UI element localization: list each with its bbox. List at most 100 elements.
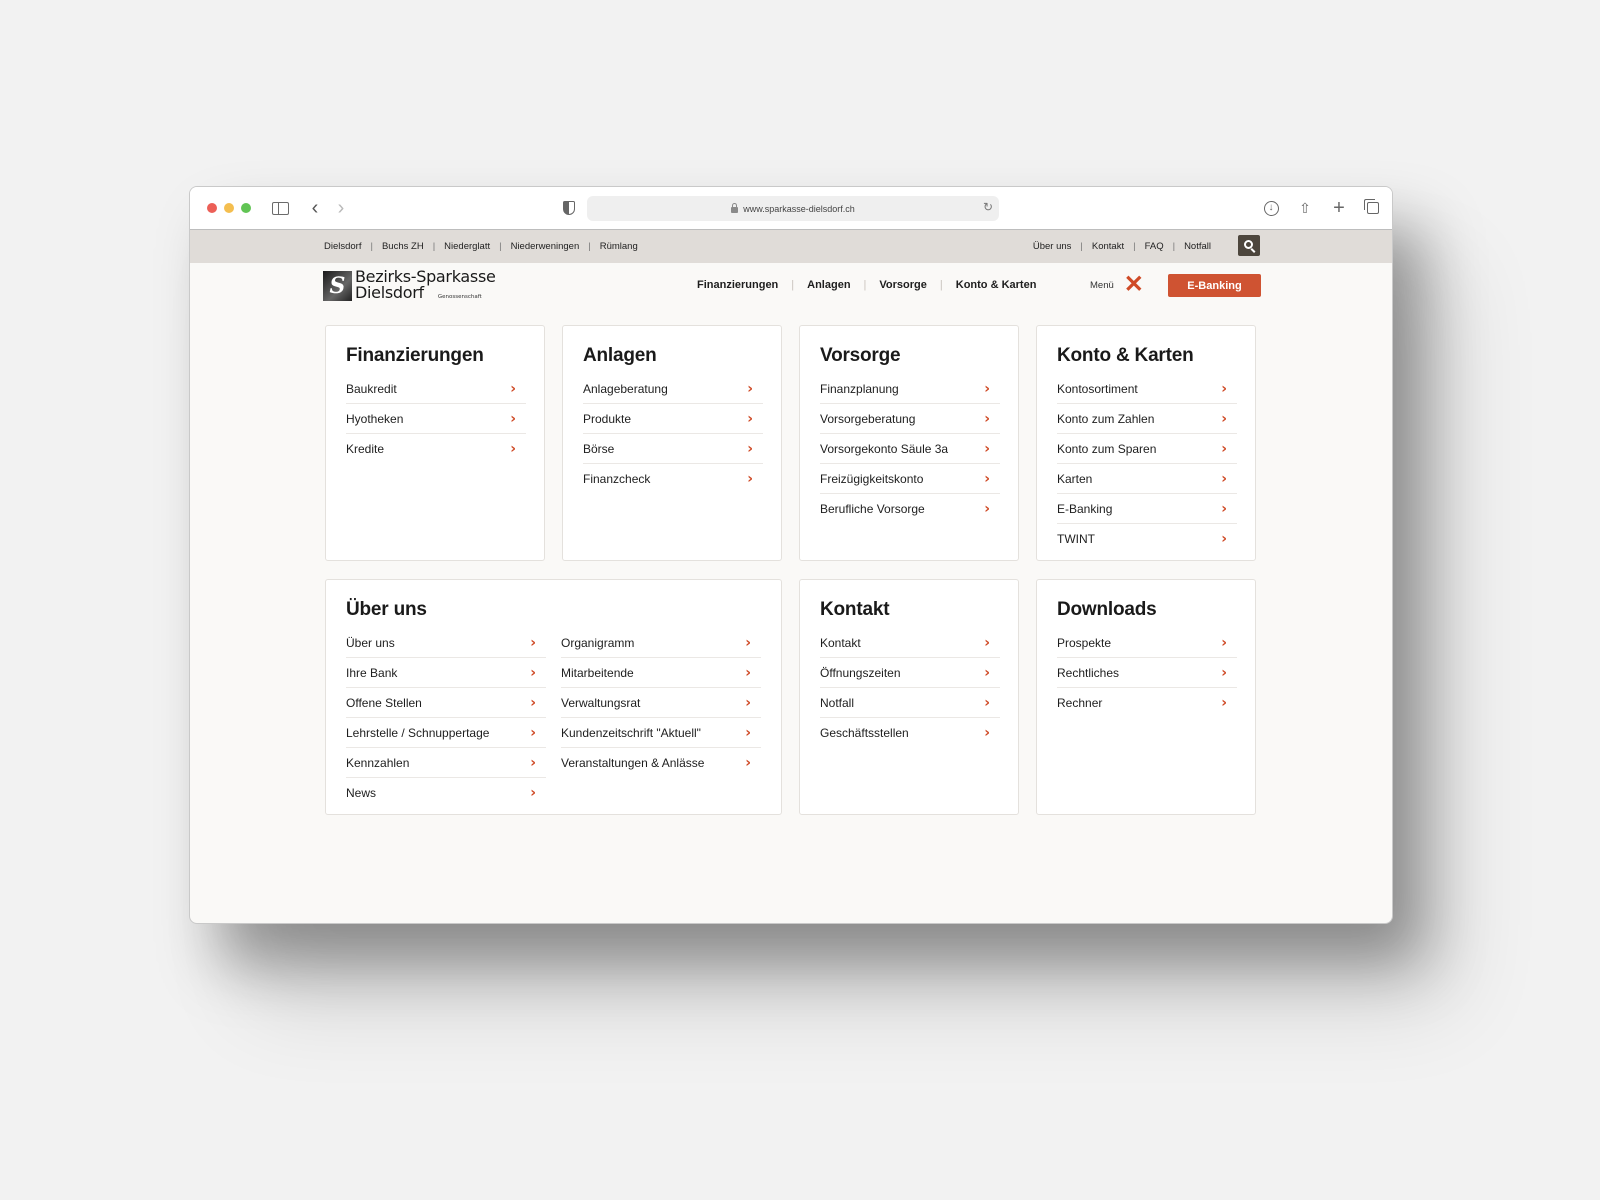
list-item[interactable]: Notfall › [820, 688, 1000, 718]
list-item[interactable]: Prospekte › [1057, 628, 1237, 658]
lock-icon [731, 202, 739, 213]
card-vorsorge: Vorsorge Finanzplanung › Vorsorgeberatung… [799, 325, 1019, 561]
list-item[interactable]: Finanzplanung › [820, 374, 1000, 404]
list-item[interactable]: Verwaltungsrat › [561, 688, 761, 718]
list-item[interactable]: Finanzcheck › [583, 464, 763, 494]
list-item[interactable]: Über uns › [346, 628, 546, 658]
location-nav: Dielsdorf | Buchs ZH | Niederglatt | Nie… [324, 241, 638, 252]
list-item[interactable]: Ihre Bank › [346, 658, 546, 688]
list-item[interactable]: Lehrstelle / Schnuppertage › [346, 718, 546, 748]
chevron-right-icon: › [1221, 410, 1227, 427]
menu-toggle[interactable]: Menü ✕ [1090, 273, 1144, 297]
list-item[interactable]: Kontosortiment › [1057, 374, 1237, 404]
list-item[interactable]: Kontakt › [820, 628, 1000, 658]
chevron-right-icon: › [747, 380, 753, 397]
card-title: Downloads [1057, 599, 1157, 620]
chevron-right-icon: › [1221, 500, 1227, 517]
list-item[interactable]: Rechner › [1057, 688, 1237, 718]
chevron-right-icon: › [984, 380, 990, 397]
location-link-niederweningen[interactable]: Niederweningen [511, 241, 580, 252]
link-list: Baukredit › Hyotheken › Kredite › [346, 374, 526, 464]
list-item[interactable]: Öffnungszeiten › [820, 658, 1000, 688]
chevron-right-icon: › [984, 664, 990, 681]
back-icon[interactable]: ‹ [308, 197, 322, 219]
card-title: Kontakt [820, 599, 890, 620]
nav-konto-karten[interactable]: Konto & Karten [956, 279, 1037, 291]
link-list-left: Über uns › Ihre Bank › Offene Stellen › Leh… [346, 628, 546, 808]
list-item[interactable]: Anlageberatung › [583, 374, 763, 404]
list-item[interactable]: Organigramm › [561, 628, 761, 658]
service-link-faq[interactable]: FAQ [1145, 241, 1164, 252]
chevron-right-icon: › [984, 470, 990, 487]
nav-finanzierungen[interactable]: Finanzierungen [697, 279, 778, 291]
chevron-right-icon: › [984, 694, 990, 711]
list-item[interactable]: Offene Stellen › [346, 688, 546, 718]
share-icon[interactable]: ⇧ [1297, 197, 1313, 219]
window-controls [207, 203, 251, 213]
list-item[interactable]: Vorsorgeberatung › [820, 404, 1000, 434]
list-item[interactable]: Konto zum Sparen › [1057, 434, 1237, 464]
chevron-right-icon: › [984, 725, 990, 741]
list-item[interactable]: Karten › [1057, 464, 1237, 494]
list-item[interactable]: Kennzahlen › [346, 748, 546, 778]
minimize-window-button[interactable] [224, 203, 234, 213]
list-item[interactable]: TWINT › [1057, 524, 1237, 554]
list-item[interactable]: Veranstaltungen & Anlässe › [561, 748, 761, 778]
browser-toolbar: ‹ › www.sparkasse-dielsdorf.ch ↻ ↓ ⇧ + [190, 187, 1392, 230]
list-item[interactable]: Rechtliches › [1057, 658, 1237, 688]
list-item[interactable]: Hyotheken › [346, 404, 526, 434]
forward-icon[interactable]: › [334, 197, 348, 219]
service-nav: Über uns | Kontakt | FAQ | Notfall [1033, 241, 1211, 252]
list-item[interactable]: Produkte › [583, 404, 763, 434]
new-tab-icon[interactable]: + [1331, 197, 1347, 219]
logo[interactable]: S Bezirks-Sparkasse Dielsdorf Genossensch… [323, 269, 496, 305]
list-item[interactable]: Mitarbeitende › [561, 658, 761, 688]
utility-bar: Dielsdorf | Buchs ZH | Niederglatt | Nie… [190, 230, 1392, 263]
list-item[interactable]: Geschäftsstellen › [820, 718, 1000, 748]
card-anlagen: Anlagen Anlageberatung › Produkte › Börse ›… [562, 325, 782, 561]
service-link-ueber-uns[interactable]: Über uns [1033, 241, 1072, 252]
list-item[interactable]: News › [346, 778, 546, 808]
search-button[interactable] [1238, 235, 1260, 256]
list-item[interactable]: Kundenzeitschrift "Aktuell" › [561, 718, 761, 748]
separator: | [1172, 241, 1176, 252]
list-item[interactable]: E-Banking › [1057, 494, 1237, 524]
card-title: Finanzierungen [346, 345, 484, 366]
location-link-ruemlang[interactable]: Rümlang [600, 241, 638, 252]
logo-mark-icon: S [323, 271, 352, 301]
chevron-right-icon: › [530, 694, 536, 711]
list-item[interactable]: Baukredit › [346, 374, 526, 404]
nav-anlagen[interactable]: Anlagen [807, 279, 850, 291]
chevron-right-icon: › [984, 440, 990, 457]
main-nav: Finanzierungen | Anlagen | Vorsorge | Ko… [697, 279, 1036, 291]
list-item[interactable]: Vorsorgekonto Säule 3a › [820, 434, 1000, 464]
service-link-notfall[interactable]: Notfall [1184, 241, 1211, 252]
list-item[interactable]: Berufliche Vorsorge › [820, 494, 1000, 524]
url-text[interactable]: www.sparkasse-dielsdorf.ch [743, 204, 855, 214]
list-item[interactable]: Konto zum Zahlen › [1057, 404, 1237, 434]
chevron-right-icon: › [1221, 470, 1227, 487]
close-menu-icon[interactable]: ✕ [1124, 273, 1144, 297]
chevron-right-icon: › [1221, 531, 1227, 547]
chevron-right-icon: › [510, 380, 516, 397]
nav-vorsorge[interactable]: Vorsorge [879, 279, 926, 291]
chevron-right-icon: › [747, 410, 753, 427]
shield-icon[interactable] [561, 197, 577, 219]
logo-subtitle: Genossenschaft [437, 294, 482, 300]
tabs-overview-icon[interactable] [1364, 197, 1381, 219]
e-banking-button[interactable]: E-Banking [1168, 274, 1261, 297]
list-item[interactable]: Börse › [583, 434, 763, 464]
list-item[interactable]: Freizügigkeitskonto › [820, 464, 1000, 494]
location-link-niederglatt[interactable]: Niederglatt [444, 241, 490, 252]
service-link-kontakt[interactable]: Kontakt [1092, 241, 1124, 252]
separator: | [863, 279, 867, 291]
sidebar-icon[interactable] [271, 197, 289, 219]
zoom-window-button[interactable] [241, 203, 251, 213]
close-window-button[interactable] [207, 203, 217, 213]
address-bar[interactable]: www.sparkasse-dielsdorf.ch ↻ [587, 196, 999, 221]
list-item[interactable]: Kredite › [346, 434, 526, 464]
location-link-buchs[interactable]: Buchs ZH [382, 241, 424, 252]
download-icon[interactable]: ↓ [1262, 197, 1280, 219]
reload-icon[interactable]: ↻ [983, 200, 993, 214]
location-link-dielsdorf[interactable]: Dielsdorf [324, 241, 362, 252]
